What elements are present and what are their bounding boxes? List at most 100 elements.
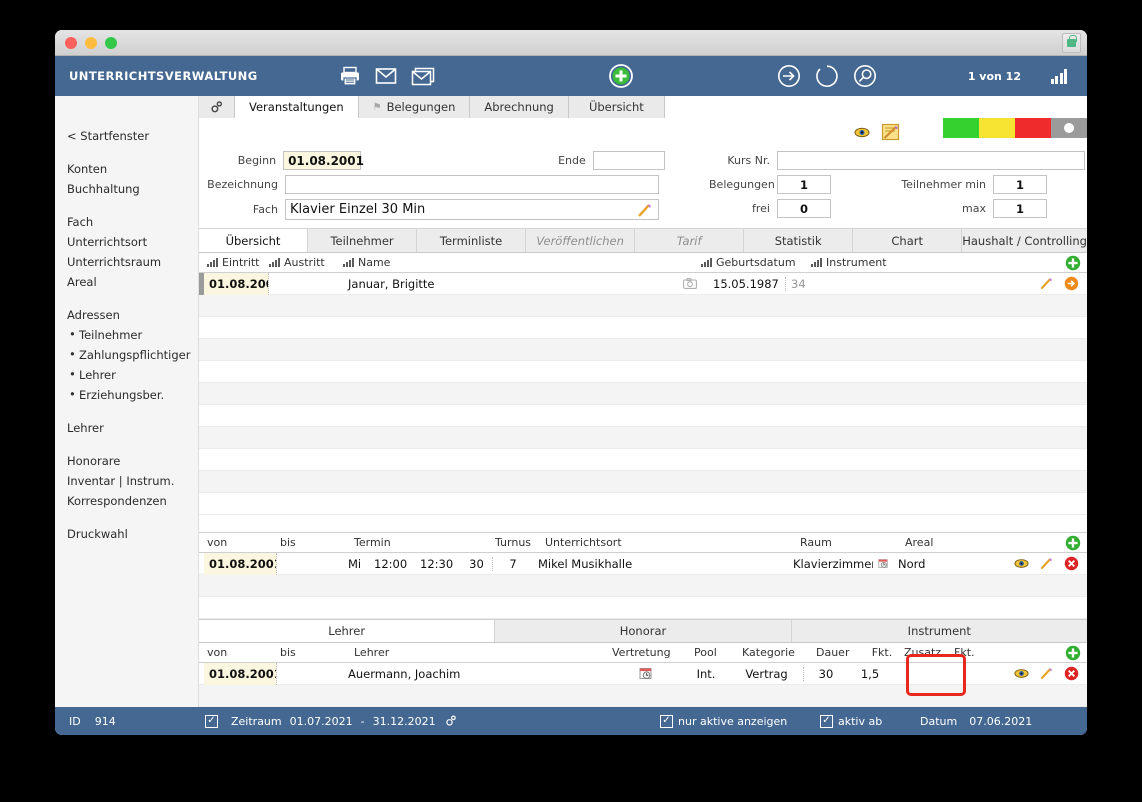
calendar-clock-icon[interactable] (608, 667, 682, 680)
printer-icon[interactable] (339, 66, 361, 86)
sidebar-item-teilnehmer[interactable]: Teilnehmer (67, 325, 198, 345)
minimize-button[interactable] (85, 36, 97, 49)
col-termin-von[interactable]: von (207, 536, 280, 549)
tab-belegungen[interactable]: ⚑ Belegungen (358, 96, 471, 118)
status-swatch-green[interactable] (943, 118, 979, 138)
sidebar-item-honorare[interactable]: Honorare (67, 451, 198, 471)
sidebar-item-startfenster[interactable]: < Startfenster (67, 126, 198, 146)
fach-input[interactable]: Klavier Einzel 30 Min (285, 199, 659, 220)
eye-icon[interactable] (854, 127, 870, 138)
tab-abrechnung[interactable]: Abrechnung (470, 96, 569, 118)
col-fkt[interactable]: Fkt. (860, 646, 904, 659)
pencil-icon[interactable] (1034, 666, 1059, 681)
subtab-terminliste[interactable]: Terminliste (417, 229, 527, 252)
subtab-haushalt-controlling[interactable]: Haushalt / Controlling (962, 229, 1087, 252)
nur-aktive-checkbox[interactable]: ✓ (660, 714, 673, 728)
sidebar-item-korrespondenzen[interactable]: Korrespondenzen (67, 491, 198, 511)
col-dauer[interactable]: Dauer (816, 646, 860, 659)
sidebar-item-unterrichtsraum[interactable]: Unterrichtsraum (67, 252, 198, 272)
add-participant-button[interactable] (1065, 255, 1081, 271)
sidebar-item-fach[interactable]: Fach (67, 212, 198, 232)
eye-icon[interactable] (1009, 558, 1034, 569)
col-unterrichtsort[interactable]: Unterrichtsort (545, 536, 800, 549)
col-kategorie[interactable]: Kategorie (742, 646, 816, 659)
col-raum[interactable]: Raum (800, 536, 905, 549)
subtab-teilnehmer[interactable]: Teilnehmer (308, 229, 418, 252)
col-pool[interactable]: Pool (694, 646, 742, 659)
sidebar-item-konten[interactable]: Konten (67, 159, 198, 179)
sidebar-item-inventar[interactable]: Inventar | Instrum. (67, 471, 198, 491)
teilnehmer-min-input[interactable]: 1 (993, 175, 1047, 194)
eye-icon[interactable] (1009, 668, 1034, 679)
subtab-veroeffentlichen[interactable]: Veröffentlichen (526, 229, 636, 252)
sidebar-item-buchhaltung[interactable]: Buchhaltung (67, 179, 198, 199)
add-lehrer-button[interactable] (1065, 645, 1081, 661)
subtab-chart[interactable]: Chart (853, 229, 963, 252)
col-austritt[interactable]: Austritt (269, 256, 343, 269)
belegungen-input[interactable]: 1 (777, 175, 831, 194)
pencil-icon[interactable] (1034, 556, 1059, 571)
envelope-icon[interactable] (375, 67, 397, 85)
bottomtab-lehrer[interactable]: Lehrer (199, 620, 496, 642)
zeitraum-to[interactable]: 31.12.2021 (373, 715, 436, 728)
subtab-statistik[interactable]: Statistik (744, 229, 854, 252)
envelopes-icon[interactable] (411, 67, 435, 86)
col-geburtsdatum[interactable]: Geburtsdatum (701, 256, 811, 269)
sidebar-item-zahlungspflichtiger[interactable]: Zahlungspflichtiger (67, 345, 198, 365)
lock-icon[interactable] (1062, 33, 1081, 53)
camera-icon[interactable] (678, 278, 708, 289)
tab-uebersicht[interactable]: Übersicht (568, 96, 665, 118)
zeitraum-from[interactable]: 01.07.2021 (290, 715, 353, 728)
status-swatch-gray[interactable] (1051, 118, 1087, 138)
bottomtab-instrument[interactable]: Instrument (792, 620, 1087, 642)
delete-circle-red-icon[interactable] (1059, 666, 1087, 681)
ende-input[interactable] (592, 151, 665, 170)
bar-chart-icon[interactable] (1050, 68, 1067, 84)
col-zusatz[interactable]: Zusatz (904, 646, 954, 659)
plus-circle-icon[interactable] (608, 63, 634, 89)
col-name[interactable]: Name (343, 256, 701, 269)
note-edit-icon[interactable] (881, 123, 901, 142)
tab-veranstaltungen[interactable]: Veranstaltungen (235, 96, 359, 118)
beginn-input[interactable]: 01.08.2001 (283, 151, 364, 170)
sidebar-item-erziehungsber[interactable]: Erziehungsber. (67, 385, 198, 405)
table-row[interactable]: 01.08.2001 Januar, Brigitte 15.05.1987 3… (199, 273, 1087, 295)
sidebar-item-adressen[interactable]: Adressen (67, 305, 198, 325)
col-vertretung[interactable]: Vertretung (612, 646, 694, 659)
refresh-circle-icon[interactable] (815, 64, 839, 88)
gear-icon[interactable] (444, 714, 458, 728)
arrow-right-circle-icon[interactable] (777, 64, 801, 88)
bezeichnung-input[interactable] (285, 175, 659, 194)
kurs-nr-input[interactable] (777, 151, 1085, 170)
sidebar-item-lehrer[interactable]: Lehrer (67, 418, 198, 438)
calendar-clock-icon[interactable] (873, 557, 893, 570)
status-swatch-red[interactable] (1015, 118, 1051, 138)
table-row[interactable]: 01.08.2001 Mi 12:00 12:30 30 7 Mikel Mus… (199, 552, 1087, 575)
add-termin-button[interactable] (1065, 535, 1081, 551)
table-row[interactable]: 01.08.2001 Auermann, Joachim Int. Vertra… (199, 662, 1087, 685)
arrow-right-orange-icon[interactable] (1059, 276, 1087, 291)
maximize-button[interactable] (105, 36, 117, 49)
zeitraum-checkbox[interactable]: ✓ (205, 714, 218, 728)
sidebar-item-areal[interactable]: Areal (67, 272, 198, 292)
col-lehrer-bis[interactable]: bis (280, 646, 354, 659)
teilnehmer-max-input[interactable]: 1 (993, 199, 1047, 218)
search-circle-icon[interactable] (853, 64, 877, 88)
datum-value[interactable]: 07.06.2021 (969, 715, 1032, 728)
col-fkt2[interactable]: Fkt. (954, 646, 1065, 659)
bottomtab-honorar[interactable]: Honorar (495, 620, 792, 642)
subtab-uebersicht[interactable]: Übersicht (199, 229, 309, 252)
sidebar-item-unterrichtsort[interactable]: Unterrichtsort (67, 232, 198, 252)
col-instrument[interactable]: Instrument (811, 256, 1065, 269)
col-lehrer[interactable]: Lehrer (354, 646, 612, 659)
col-termin[interactable]: Termin (354, 536, 495, 549)
sidebar-item-lehrer-adresse[interactable]: Lehrer (67, 365, 198, 385)
aktiv-ab-checkbox[interactable]: ✓ (820, 714, 833, 728)
settings-gear-icon[interactable] (199, 96, 235, 118)
col-lehrer-von[interactable]: von (207, 646, 280, 659)
close-button[interactable] (65, 36, 77, 49)
subtab-tarif[interactable]: Tarif (635, 229, 745, 252)
sidebar-item-druckwahl[interactable]: Druckwahl (67, 524, 198, 544)
status-swatch-yellow[interactable] (979, 118, 1015, 138)
col-termin-bis[interactable]: bis (280, 536, 354, 549)
